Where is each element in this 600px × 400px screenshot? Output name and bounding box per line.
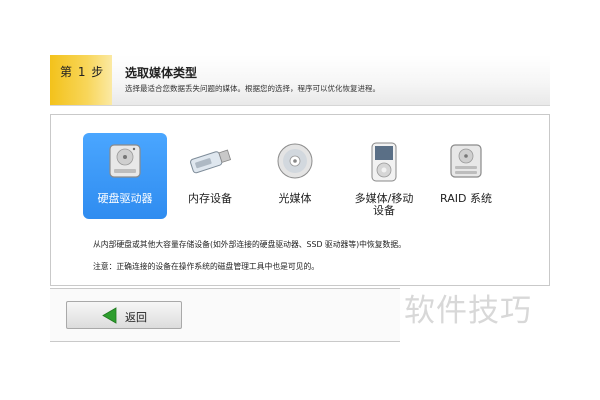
media-info-text: 从内部硬盘或其他大容量存储设备(如外部连接的硬盘驱动器、SSD 驱动器等)中恢复… xyxy=(93,240,406,249)
footer-bar: 返回 xyxy=(50,288,400,342)
step-description: 选择最适合您数据丢失问题的媒体。根据您的选择，程序可以优化恢复进程。 xyxy=(125,84,380,93)
media-label: RAID 系统 xyxy=(440,192,492,205)
back-button[interactable]: 返回 xyxy=(66,301,182,329)
media-label: 光媒体 xyxy=(278,192,312,205)
media-label: 硬盘驱动器 xyxy=(97,192,153,205)
media-label-line2: 设备 xyxy=(373,204,395,217)
media-option-optical-media[interactable]: 光媒体 xyxy=(253,133,337,219)
step-title: 选取媒体类型 xyxy=(125,66,198,80)
step-badge: 第 1 步 xyxy=(50,55,112,105)
media-player-icon xyxy=(362,141,406,189)
media-option-multimedia-mobile[interactable]: 多媒体/移动 设备 xyxy=(339,133,429,219)
media-selection-panel: 硬盘驱动器 内存设备 光媒体 多媒体/移动 设备 RAID 系统 从内部硬盘或其… xyxy=(50,114,550,286)
back-arrow-icon xyxy=(101,307,117,328)
media-label: 内存设备 xyxy=(188,192,232,205)
media-option-memory-device[interactable]: 内存设备 xyxy=(168,133,252,219)
media-note-text: 注意：正确连接的设备在操作系统的磁盘管理工具中也是可见的。 xyxy=(93,262,320,271)
usb-drive-icon xyxy=(185,141,235,185)
raid-drive-icon xyxy=(446,141,486,185)
media-option-raid[interactable]: RAID 系统 xyxy=(424,133,508,219)
watermark-text: 软件技巧 xyxy=(404,293,532,329)
media-option-hard-drive[interactable]: 硬盘驱动器 xyxy=(83,133,167,219)
hard-drive-icon xyxy=(105,141,145,185)
optical-disc-icon xyxy=(275,141,315,185)
media-label: 多媒体/移动 设备 xyxy=(339,193,429,217)
step-header: 第 1 步 选取媒体类型 选择最适合您数据丢失问题的媒体。根据您的选择，程序可以… xyxy=(50,55,550,106)
back-button-label: 返回 xyxy=(125,311,147,324)
